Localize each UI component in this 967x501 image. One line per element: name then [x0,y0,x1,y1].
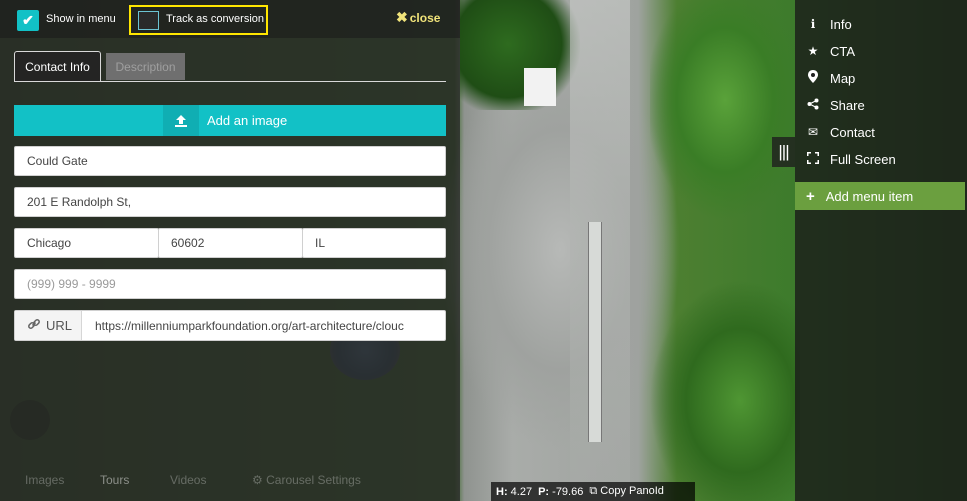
carousel-tabs [0,462,460,501]
show-in-menu-checkbox[interactable]: ✔ [17,10,39,31]
address-field[interactable]: 201 E Randolph St, [14,187,446,217]
add-image-button[interactable]: Add an image [14,105,446,136]
track-conversion-checkbox[interactable] [138,11,159,30]
pitch-value: -79.66 [552,485,584,498]
close-button[interactable]: ✖ close [396,9,440,26]
link-icon [27,317,41,334]
add-menu-item-button[interactable]: + Add menu item [795,182,965,210]
heading-label: H: [496,485,508,498]
tour-menu: ℹ Info ★ CTA Map Share ✉ Contact Full Sc… [795,0,967,501]
upload-icon [163,105,199,136]
star-icon: ★ [807,44,819,58]
copy-pano-id-label: Copy PanoId [600,485,664,497]
menu-item-label: CTA [830,43,856,59]
url-addon: URL [15,311,82,340]
add-image-label: Add an image [207,113,288,128]
menu-item-label: Full Screen [830,151,896,167]
planter-strip [588,222,602,442]
menu-item-fullscreen[interactable]: Full Screen [805,149,896,169]
menu-item-contact[interactable]: ✉ Contact [805,122,875,142]
tab-contact-info[interactable]: Contact Info [14,51,101,81]
track-conversion-label: Track as conversion [166,13,265,25]
pitch-label: P: [538,485,550,498]
tab-tours[interactable]: Tours [100,473,129,487]
menu-item-info[interactable]: ℹ Info [805,14,852,34]
tab-description[interactable]: Description [106,53,185,80]
carousel-settings-button[interactable]: ⚙ Carousel Settings [252,473,361,487]
tree-canopy [460,0,580,110]
menu-item-label: Contact [830,124,875,140]
city-field[interactable]: Chicago [14,228,159,258]
name-field[interactable]: Could Gate [14,146,446,176]
gear-icon: ⚙ [252,473,263,487]
url-field[interactable]: URL https://millenniumparkfoundation.org… [14,310,446,341]
heading-value: 4.27 [510,485,533,498]
close-label: close [409,10,441,25]
pitch-readout: P: -79.66 [538,486,583,498]
editor-topbar: ✔ Show in menu Track as conversion ✖ clo… [0,0,460,38]
state-field[interactable]: IL [302,228,446,258]
envelope-icon: ✉ [807,125,819,139]
show-in-menu-label: Show in menu [46,13,116,25]
url-addon-label: URL [46,318,73,333]
menu-drag-handle[interactable]: ||| [772,137,795,167]
copy-pano-id-button[interactable]: ⧉ Copy PanoId [589,485,664,498]
close-icon: ✖ [396,9,408,25]
tab-videos[interactable]: Videos [170,473,206,487]
heading-readout: H: 4.27 [496,486,532,498]
contact-editor-panel: ✔ Show in menu Track as conversion ✖ clo… [0,0,460,501]
checkmark-icon: ✔ [22,12,34,28]
pano-statusbar: H: 4.27 P: -79.66 ⧉ Copy PanoId [491,482,695,501]
url-value: https://millenniumparkfoundation.org/art… [95,319,404,333]
info-icon: ℹ [810,17,816,31]
phone-field[interactable]: (999) 999 - 9999 [14,269,446,299]
external-link-icon: ⧉ [589,485,598,497]
menu-item-label: Info [830,16,852,32]
menu-item-share[interactable]: Share [805,95,865,115]
menu-item-label: Map [830,70,856,86]
tree-canopy [650,0,800,501]
map-pin-icon [805,70,821,86]
zip-field[interactable]: 60602 [158,228,303,258]
track-conversion-highlight: Track as conversion [129,5,268,35]
fullscreen-icon [805,151,821,167]
add-menu-item-label: Add menu item [825,188,914,204]
plus-icon: + [806,187,815,205]
menu-item-cta[interactable]: ★ CTA [805,41,855,61]
share-icon [805,98,821,113]
menu-item-map[interactable]: Map [805,68,855,88]
tab-images[interactable]: Images [25,473,64,487]
carousel-settings-label: Carousel Settings [266,473,361,487]
tab-divider [14,81,446,82]
white-tent [524,68,556,106]
menu-item-label: Share [830,97,865,113]
grip-icon: ||| [778,142,789,161]
